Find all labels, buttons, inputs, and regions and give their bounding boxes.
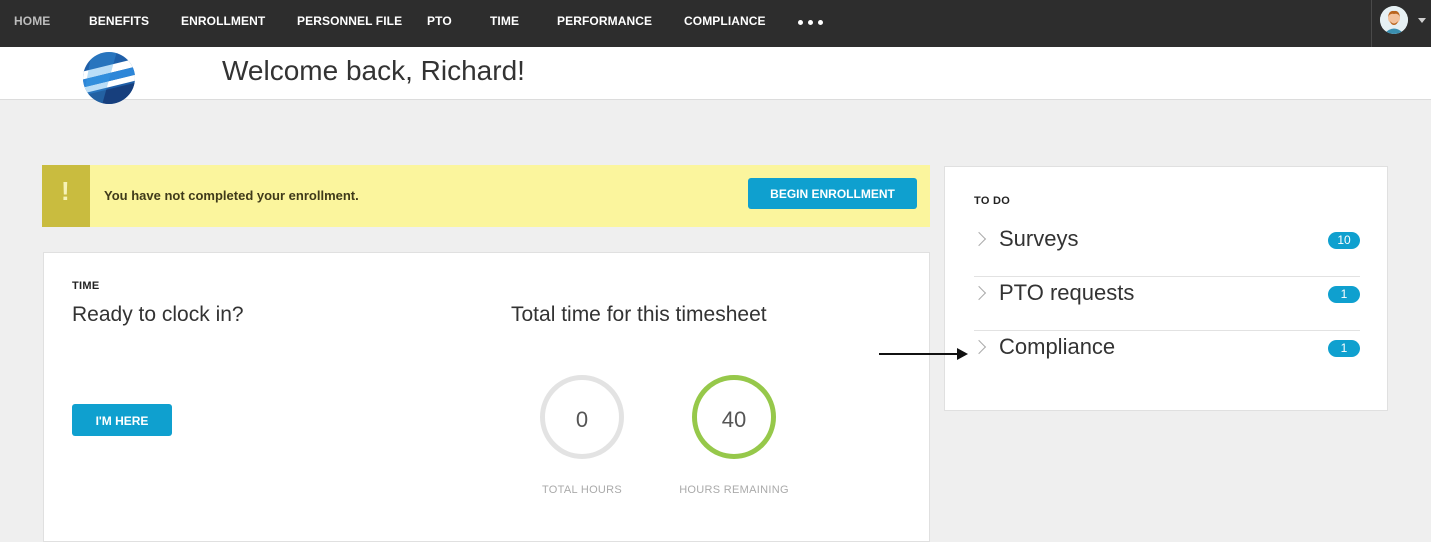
- nav-enrollment[interactable]: ENROLLMENT: [181, 14, 265, 28]
- todo-item-pto-requests[interactable]: PTO requests 1: [971, 276, 1360, 331]
- nav-divider: [1371, 0, 1372, 47]
- nav-home[interactable]: HOME: [14, 14, 50, 28]
- total-hours-caption: TOTAL HOURS: [541, 484, 623, 496]
- top-nav: HOME BENEFITS ENROLLMENT PERSONNEL FILE …: [0, 0, 1431, 47]
- todo-card: TO DO Surveys 10 PTO requests 1 Complian…: [944, 166, 1388, 411]
- timesheet-title: Total time for this timesheet: [511, 303, 767, 326]
- im-here-button[interactable]: I'M HERE: [72, 404, 172, 436]
- alert-icon-box: !: [42, 165, 90, 227]
- hours-remaining-caption: HOURS REMAINING: [679, 484, 789, 496]
- nav-compliance[interactable]: COMPLIANCE: [684, 14, 766, 28]
- todo-item-label: PTO requests: [999, 280, 1135, 305]
- todo-item-label: Compliance: [999, 334, 1116, 359]
- nav-benefits[interactable]: BENEFITS: [89, 14, 149, 28]
- hours-remaining-ring: 40: [692, 375, 776, 459]
- todo-item-compliance[interactable]: Compliance 1: [971, 330, 1360, 384]
- count-badge: 1: [1328, 340, 1360, 357]
- company-logo-icon: [83, 52, 135, 104]
- total-hours-ring: 0: [540, 375, 624, 459]
- todo-item-label: Surveys: [999, 226, 1079, 251]
- account-caret-icon[interactable]: [1418, 18, 1426, 23]
- clock-in-prompt: Ready to clock in?: [72, 303, 244, 326]
- chevron-right-icon: [971, 339, 987, 355]
- count-badge: 10: [1328, 232, 1360, 249]
- alert-message: You have not completed your enrollment.: [104, 188, 359, 203]
- enrollment-alert: ! You have not completed your enrollment…: [42, 165, 930, 227]
- welcome-heading: Welcome back, Richard!: [222, 55, 525, 86]
- chevron-right-icon: [971, 285, 987, 301]
- begin-enrollment-button[interactable]: BEGIN ENROLLMENT: [748, 178, 917, 209]
- nav-performance[interactable]: PERFORMANCE: [557, 14, 652, 28]
- user-avatar[interactable]: [1380, 6, 1408, 34]
- more-menu-icon[interactable]: [795, 10, 829, 34]
- time-card: TIME Ready to clock in? I'M HERE Total t…: [43, 252, 930, 542]
- nav-time[interactable]: TIME: [490, 14, 519, 28]
- nav-pto[interactable]: PTO: [427, 14, 452, 28]
- user-avatar-icon: [1380, 6, 1408, 34]
- chevron-right-icon: [971, 231, 987, 247]
- page-header: Welcome back, Richard!: [0, 47, 1431, 104]
- exclamation-icon: !: [61, 176, 70, 206]
- count-badge: 1: [1328, 286, 1360, 303]
- todo-item-surveys[interactable]: Surveys 10: [971, 222, 1360, 277]
- annotation-arrow-icon: [879, 348, 968, 360]
- nav-personnel-file[interactable]: PERSONNEL FILE: [297, 14, 402, 28]
- time-card-label: TIME: [72, 280, 100, 292]
- todo-label: TO DO: [974, 195, 1011, 207]
